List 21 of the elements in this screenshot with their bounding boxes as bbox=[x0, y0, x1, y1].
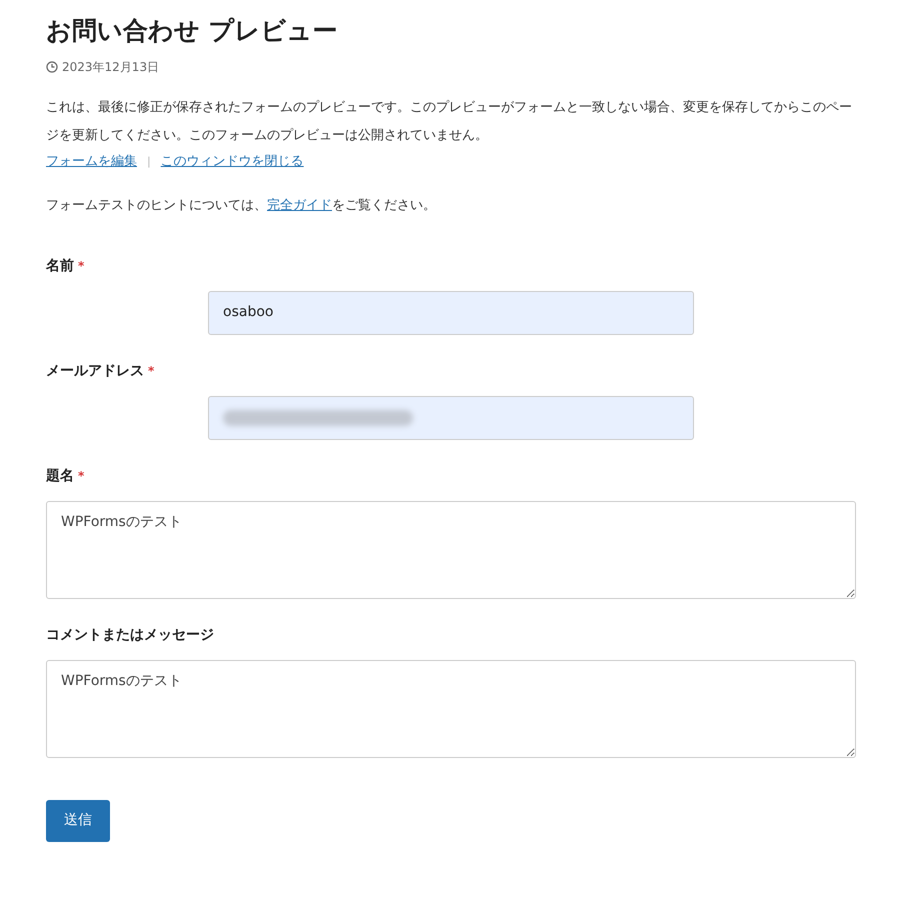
close-window-link[interactable]: このウィンドウを閉じる bbox=[160, 150, 304, 174]
required-mark: * bbox=[148, 362, 154, 380]
field-label: コメントまたはメッセージ bbox=[46, 626, 214, 644]
text-area[interactable]: WPFormsのテスト bbox=[46, 500, 856, 598]
input-field[interactable]: osaboo bbox=[208, 290, 694, 334]
input-field[interactable] bbox=[208, 396, 694, 440]
field-label: 題名 bbox=[46, 466, 74, 486]
field-label: メールアドレス bbox=[46, 362, 144, 380]
guide-link[interactable]: 完全ガイド bbox=[267, 198, 332, 213]
post-date: 2023年12月13日 bbox=[62, 59, 160, 76]
text-area[interactable]: WPFormsのテスト bbox=[46, 660, 856, 758]
link-separator: | bbox=[147, 154, 151, 170]
hint-text: フォームテストのヒントについては、完全ガイド をご覧ください。 bbox=[46, 197, 437, 215]
submit-button[interactable]: 送信 bbox=[46, 800, 110, 842]
preview-notice: これは、最後に修正が保存されたフォームのプレビューです。このプレビューがフォームと一致しない場合、変更を保存してからこのページを更新してください。このフォームのプレビューは公開されていません。 bbox=[46, 99, 853, 145]
field-label: 名前 bbox=[46, 256, 74, 276]
required-mark: * bbox=[78, 258, 84, 274]
clock-icon bbox=[46, 61, 58, 73]
page-title: お問い合わせ プレビュー bbox=[46, 15, 339, 47]
required-mark: * bbox=[78, 468, 84, 484]
edit-form-link[interactable]: フォームを編集 bbox=[46, 150, 137, 174]
